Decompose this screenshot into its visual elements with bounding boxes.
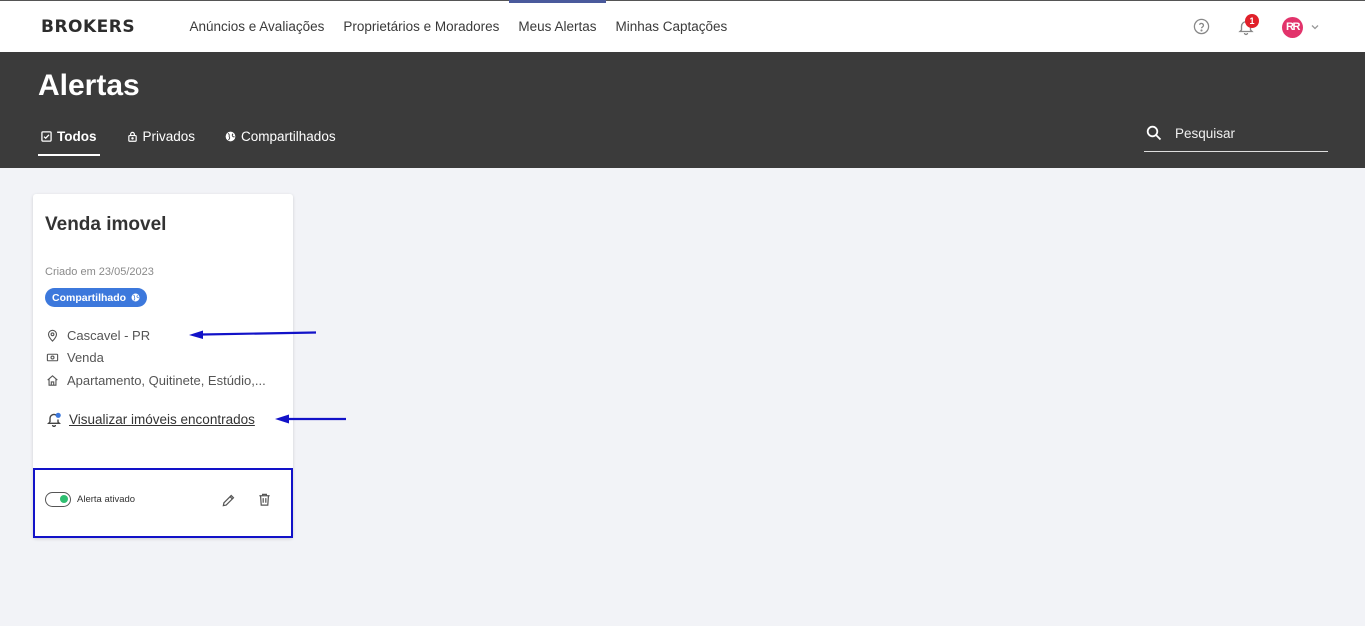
search-input[interactable] — [1175, 125, 1315, 141]
nav-item-meus-alertas[interactable]: Meus Alertas — [508, 0, 607, 52]
annotation-arrow-location — [189, 330, 317, 339]
top-navigation-bar: BROKERS Anúncios e Avaliações Proprietár… — [0, 0, 1365, 52]
shared-badge-label: Compartilhado — [52, 291, 127, 304]
alert-location: Cascavel - PR — [67, 328, 151, 343]
page-title: Alertas — [38, 69, 140, 102]
home-icon — [47, 375, 58, 386]
tab-todos-label: Todos — [57, 128, 97, 144]
lock-icon — [127, 131, 137, 142]
help-icon[interactable] — [1193, 18, 1210, 35]
globe-icon — [225, 131, 236, 141]
map-pin-icon — [47, 329, 58, 342]
notification-count-badge: 1 — [1245, 14, 1259, 28]
search-icon — [1146, 125, 1162, 141]
tab-compartilhados-label: Compartilhados — [241, 128, 336, 144]
money-icon — [46, 353, 59, 362]
alert-card: Venda imovel Criado em 23/05/2023 Compar… — [33, 194, 293, 538]
toggle-knob — [60, 495, 68, 503]
nav-item-minhas-captacoes[interactable]: Minhas Captações — [606, 1, 737, 52]
shared-status-badge: Compartilhado — [45, 288, 148, 307]
tab-todos[interactable]: Todos — [38, 116, 100, 156]
alert-actions-highlight-box: Alerta ativado — [33, 468, 293, 538]
edit-pencil-icon[interactable] — [221, 493, 236, 508]
search-box — [1144, 115, 1328, 152]
user-avatar[interactable]: RR — [1282, 17, 1303, 38]
tab-privados[interactable]: Privados — [124, 116, 199, 156]
tab-compartilhados[interactable]: Compartilhados — [222, 116, 339, 156]
view-found-properties-link[interactable]: Visualizar imóveis encontrados — [69, 412, 255, 427]
delete-trash-icon[interactable] — [257, 492, 272, 507]
chevron-down-icon[interactable] — [1309, 21, 1321, 33]
alert-transaction-row: Venda — [46, 350, 104, 365]
nav-item-anuncios[interactable]: Anúncios e Avaliações — [180, 1, 334, 52]
alert-active-label: Alerta ativado — [77, 494, 136, 505]
alert-filter-tabs: Todos Privados Compartilhados — [38, 116, 363, 156]
brand-logo[interactable]: BROKERS — [41, 17, 135, 37]
alert-location-row: Cascavel - PR — [46, 328, 150, 343]
alert-property-types: Apartamento, Quitinete, Estúdio,... — [67, 373, 266, 388]
alert-active-toggle[interactable] — [45, 492, 71, 507]
main-nav: Anúncios e Avaliações Proprietários e Mo… — [180, 0, 737, 52]
checkbox-icon — [41, 130, 52, 142]
alert-transaction-type: Venda — [67, 350, 104, 365]
nav-item-proprietarios[interactable]: Proprietários e Moradores — [334, 1, 509, 52]
annotation-arrow-link — [275, 414, 346, 424]
alert-property-types-row: Apartamento, Quitinete, Estúdio,... — [46, 373, 266, 388]
page-header: Alertas Todos Privados Compartilhados — [0, 52, 1365, 168]
globe-icon — [131, 293, 140, 302]
alert-created-date: Criado em 23/05/2023 — [45, 266, 154, 278]
alert-title: Venda imovel — [45, 214, 167, 235]
bell-dot-icon — [47, 412, 61, 427]
tab-privados-label: Privados — [142, 128, 196, 144]
view-found-properties-row: Visualizar imóveis encontrados — [46, 411, 255, 427]
